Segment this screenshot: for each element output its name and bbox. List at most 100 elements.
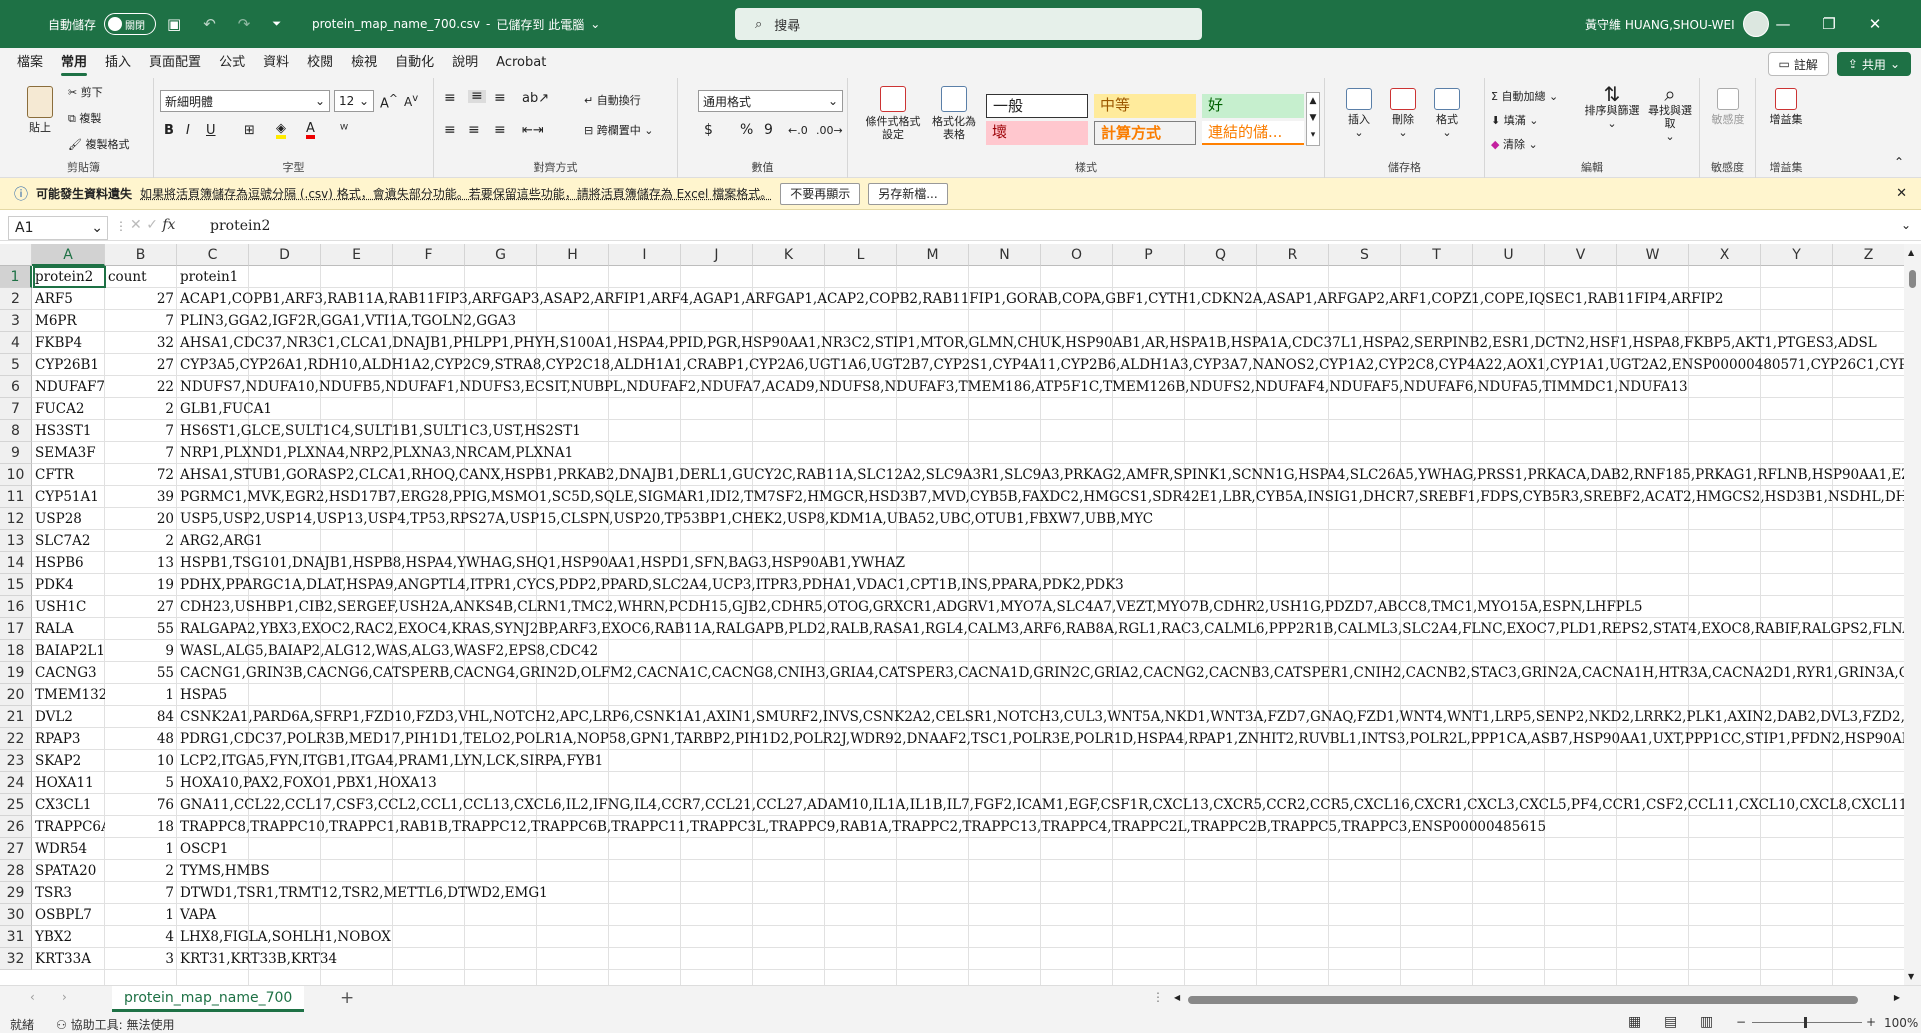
- delete-cells-button[interactable]: 刪除 ⌄: [1383, 88, 1423, 139]
- row-header[interactable]: 13: [0, 530, 32, 552]
- phonetic-icon[interactable]: ᵂ: [340, 124, 348, 137]
- share-button[interactable]: ⇪ 共用 ⌄: [1836, 52, 1911, 76]
- cell-count[interactable]: 2: [105, 530, 177, 552]
- dont-show-again-button[interactable]: 不要再顯示: [780, 182, 861, 205]
- cell-protein2[interactable]: RALA: [32, 618, 105, 640]
- column-header[interactable]: N: [969, 244, 1041, 266]
- accessibility-status[interactable]: ⚇ 協助工具: 無法使用: [56, 1016, 174, 1033]
- decrease-decimal-icon[interactable]: .00→: [816, 124, 843, 137]
- close-icon[interactable]: ✕: [1896, 186, 1907, 201]
- zoom-slider[interactable]: [1752, 1022, 1862, 1023]
- save-as-button[interactable]: 另存新檔...: [868, 182, 948, 205]
- cell-count[interactable]: 1: [105, 904, 177, 926]
- align-left-icon[interactable]: ≡: [444, 123, 456, 137]
- cell-protein1[interactable]: ARG2,ARG1: [177, 530, 1904, 552]
- column-header[interactable]: P: [1113, 244, 1185, 266]
- comments-button[interactable]: ▭ 註解: [1767, 52, 1829, 76]
- restore-button[interactable]: ❐: [1806, 15, 1852, 33]
- cell-protein1[interactable]: PLIN3,GGA2,IGF2R,GGA1,VTI1A,TGOLN2,GGA3: [177, 310, 1904, 332]
- row-header[interactable]: 15: [0, 574, 32, 596]
- column-header[interactable]: J: [681, 244, 753, 266]
- cell-count[interactable]: 2: [105, 398, 177, 420]
- wrap-text-button[interactable]: ↵ 自動換行: [584, 94, 641, 107]
- enter-icon[interactable]: ✓: [146, 217, 158, 233]
- cell-count[interactable]: 55: [105, 618, 177, 640]
- cell-protein2[interactable]: USP28: [32, 508, 105, 530]
- page-layout-view-icon[interactable]: ▤: [1664, 1014, 1677, 1030]
- undo-icon[interactable]: ↶: [203, 15, 216, 33]
- row-header[interactable]: 11: [0, 486, 32, 508]
- tab-page-layout[interactable]: 頁面配置: [140, 48, 210, 78]
- align-right-icon[interactable]: ≡: [494, 123, 506, 137]
- cell-count[interactable]: 10: [105, 750, 177, 772]
- cell-count[interactable]: 19: [105, 574, 177, 596]
- cell-protein2[interactable]: FKBP4: [32, 332, 105, 354]
- spreadsheet-grid[interactable]: A B C D E F G H I J K L M N O P Q R S T U V W X Y Z 1 protein2 count…: [0, 244, 1904, 985]
- row-header[interactable]: 30: [0, 904, 32, 926]
- cell-protein1[interactable]: LHX8,FIGLA,SOHLH1,NOBOX: [177, 926, 1904, 948]
- cell-protein2[interactable]: SEMA3F: [32, 442, 105, 464]
- cell-protein1[interactable]: TRAPPC8,TRAPPC10,TRAPPC1,RAB1B,TRAPPC12,…: [177, 816, 1904, 838]
- zoom-slider-thumb[interactable]: [1804, 1017, 1807, 1028]
- cell-protein2[interactable]: WDR54: [32, 838, 105, 860]
- format-cells-button[interactable]: 格式 ⌄: [1427, 88, 1467, 139]
- cell-protein2[interactable]: USH1C: [32, 596, 105, 618]
- paste-button[interactable]: 貼上: [22, 86, 58, 134]
- column-header[interactable]: B: [105, 244, 177, 266]
- cell-protein2[interactable]: PDK4: [32, 574, 105, 596]
- cell-protein1[interactable]: protein1: [177, 266, 1904, 288]
- cell-count[interactable]: 7: [105, 882, 177, 904]
- cell-protein2[interactable]: RPAP3: [32, 728, 105, 750]
- zoom-in-button[interactable]: +: [1866, 1015, 1876, 1029]
- cell-count[interactable]: 5: [105, 772, 177, 794]
- currency-button[interactable]: $: [704, 123, 713, 137]
- font-size-select[interactable]: 12 ⌄: [334, 90, 374, 112]
- expand-formula-icon[interactable]: ⌄: [1901, 218, 1911, 232]
- column-header[interactable]: W: [1617, 244, 1689, 266]
- cell-protein2[interactable]: YBX2: [32, 926, 105, 948]
- redo-icon[interactable]: ↷: [238, 15, 251, 33]
- scroll-up-icon[interactable]: ▲: [1908, 248, 1914, 257]
- row-header[interactable]: 25: [0, 794, 32, 816]
- cell-protein1[interactable]: GLB1,FUCA1: [177, 398, 1904, 420]
- cell-protein2[interactable]: TMEM132: [32, 684, 105, 706]
- cell-count[interactable]: 48: [105, 728, 177, 750]
- cell-count[interactable]: 20: [105, 508, 177, 530]
- tab-data[interactable]: 資料: [254, 48, 298, 78]
- font-color-icon[interactable]: A: [306, 122, 315, 139]
- cell-protein1[interactable]: HSPB1,TSG101,DNAJB1,HSPB8,HSPA4,YWHAG,SH…: [177, 552, 1904, 574]
- column-header[interactable]: U: [1473, 244, 1545, 266]
- find-select-button[interactable]: ⌕ 尋找與選取 ⌄: [1645, 84, 1695, 143]
- cell-protein2[interactable]: HS3ST1: [32, 420, 105, 442]
- cancel-icon[interactable]: ✕: [130, 217, 142, 233]
- account-area[interactable]: 黃守維 HUANG,SHOU-WEI: [1585, 0, 1769, 48]
- minimize-button[interactable]: —: [1760, 15, 1806, 33]
- zoom-out-button[interactable]: −: [1736, 1015, 1746, 1029]
- cell-count[interactable]: 7: [105, 442, 177, 464]
- number-format-select[interactable]: 通用格式 ⌄: [698, 90, 843, 112]
- cell-count[interactable]: 7: [105, 310, 177, 332]
- column-header[interactable]: H: [537, 244, 609, 266]
- cell-protein1[interactable]: WASL,ALG5,BAIAP2,ALG12,WAS,ALG3,WASF2,EP…: [177, 640, 1904, 662]
- cell-protein2[interactable]: BAIAP2L1: [32, 640, 105, 662]
- row-header[interactable]: 19: [0, 662, 32, 684]
- increase-decimal-icon[interactable]: ←.0: [788, 124, 808, 137]
- column-header[interactable]: G: [465, 244, 537, 266]
- cell-count[interactable]: 84: [105, 706, 177, 728]
- cell-protein1[interactable]: VAPA: [177, 904, 1904, 926]
- row-header[interactable]: 2: [0, 288, 32, 310]
- row-header[interactable]: 23: [0, 750, 32, 772]
- horizontal-scrollbar[interactable]: ◀ ▶: [1174, 992, 1900, 1006]
- add-sheet-button[interactable]: +: [340, 988, 354, 1008]
- addins-button[interactable]: 增益集: [1766, 88, 1806, 126]
- prev-sheet-icon[interactable]: ‹: [30, 990, 35, 1004]
- row-header[interactable]: 29: [0, 882, 32, 904]
- cell-protein1[interactable]: OSCP1: [177, 838, 1904, 860]
- cell-protein2[interactable]: SLC7A2: [32, 530, 105, 552]
- cell-protein1[interactable]: PGRMC1,MVK,EGR2,HSD17B7,ERG28,PPIG,MSMO1…: [177, 486, 1904, 508]
- cell-protein1[interactable]: HSPA5: [177, 684, 1904, 706]
- tab-file[interactable]: 檔案: [8, 48, 52, 78]
- tab-home[interactable]: 常用: [52, 48, 96, 78]
- cell-count[interactable]: count: [105, 266, 177, 288]
- bold-button[interactable]: B: [164, 124, 174, 137]
